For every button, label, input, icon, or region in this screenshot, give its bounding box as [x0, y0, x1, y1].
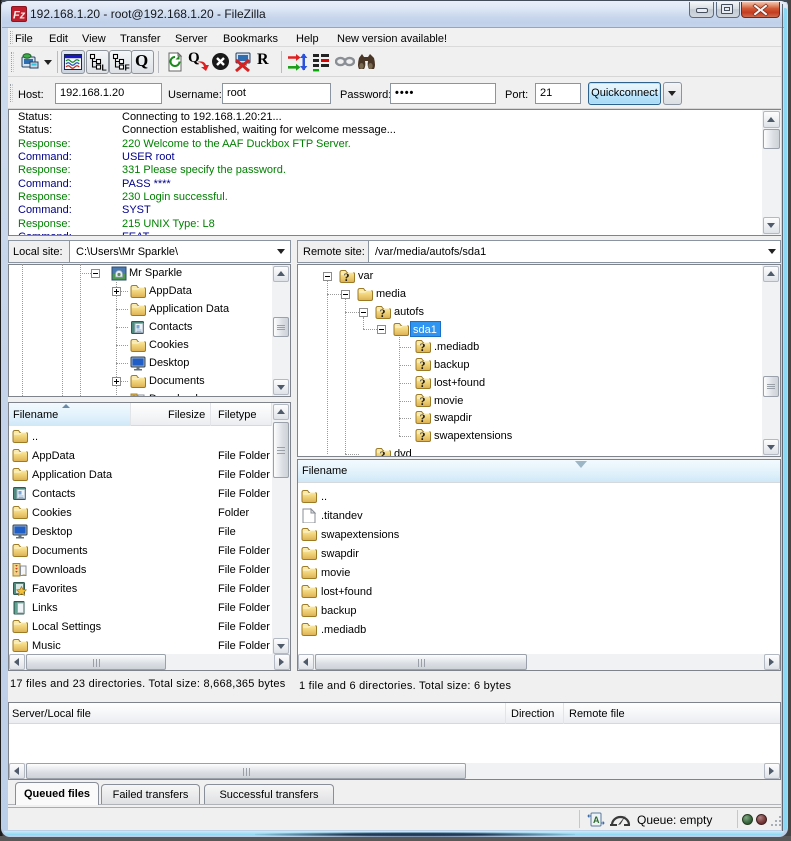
svg-text:F: F [125, 63, 130, 72]
svg-text:A: A [593, 815, 600, 825]
svg-text:L: L [102, 63, 107, 72]
svg-text:Fz: Fz [13, 10, 26, 22]
